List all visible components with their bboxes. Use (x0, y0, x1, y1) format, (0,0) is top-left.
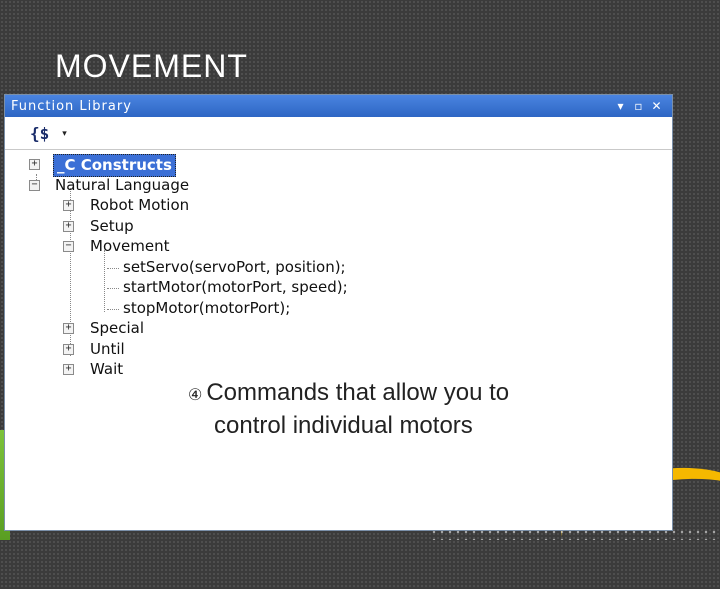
tree-item-set-servo[interactable]: setServo(servoPort, position); (5, 257, 672, 278)
expand-icon[interactable]: + (63, 323, 74, 334)
tree-item-setup[interactable]: + Setup (5, 216, 672, 237)
tree-item-stop-motor[interactable]: stopMotor(motorPort); (5, 298, 672, 319)
slide-title: MOVEMENT (55, 48, 248, 84)
collapse-icon[interactable]: − (29, 179, 40, 191)
tree-item-label: Until (90, 339, 125, 358)
function-tree: + _C Constructs − Natural Language + Rob… (5, 154, 672, 380)
tree-item-label: Movement (90, 237, 170, 255)
tree-item-c-constructs[interactable]: + _C Constructs (5, 154, 672, 177)
toolbar-dropdown-icon[interactable]: ▾ (62, 128, 67, 139)
tree-item-label: stopMotor(motorPort); (123, 298, 291, 317)
expand-icon[interactable]: + (63, 364, 74, 375)
collapse-icon[interactable]: − (63, 241, 74, 252)
tree-item-until[interactable]: + Until (5, 339, 672, 360)
tree-item-label: Setup (90, 216, 134, 235)
expand-icon[interactable]: + (63, 220, 74, 232)
bullet-line-2: control individual motors (188, 411, 509, 441)
expand-icon[interactable]: + (63, 200, 74, 211)
bullet-line-1: ④ Commands that allow you to (188, 378, 509, 411)
tree-item-start-motor[interactable]: startMotor(motorPort, speed); (5, 277, 672, 298)
tree-item-special[interactable]: + Special (5, 318, 672, 339)
bullet-line-1-text: Commands that allow you to (206, 379, 510, 406)
tree-item-label: setServo(servoPort, position); (123, 257, 346, 276)
bullet-text: ④ Commands that allow you to control indi… (188, 378, 509, 441)
panel-close-button[interactable]: ✕ (648, 99, 666, 113)
bullet-line-2-text: control individual motors (214, 412, 473, 439)
tree-item-label: _C Constructs (53, 154, 176, 177)
tree-item-label: Wait (90, 360, 124, 378)
function-library-icon[interactable]: {$ (27, 123, 52, 144)
tree-item-label: Special (90, 319, 145, 337)
panel-toolbar: {$ ▾ (5, 117, 672, 150)
panel-menu-button[interactable]: ▾ (612, 99, 630, 113)
panel-titlebar: Function Library ▾ ▫ ✕ (5, 95, 672, 117)
tree-item-label: Natural Language (55, 175, 190, 194)
tree-item-robot-motion[interactable]: + Robot Motion (5, 195, 672, 216)
function-library-panel: Function Library ▾ ▫ ✕ {$ ▾ + _C Constru… (5, 95, 672, 530)
tree-item-wait[interactable]: + Wait (5, 359, 672, 380)
bullet-marker-icon: ④ (188, 387, 203, 404)
panel-title: Function Library (11, 98, 132, 114)
tree-item-label: startMotor(motorPort, speed); (123, 278, 348, 296)
panel-pin-button[interactable]: ▫ (630, 99, 648, 113)
tree-item-label: Robot Motion (90, 196, 190, 214)
tree-item-natural-language[interactable]: − Natural Language (5, 175, 672, 196)
expand-icon[interactable]: + (63, 343, 74, 355)
tree-item-movement[interactable]: − Movement (5, 236, 672, 257)
expand-icon[interactable]: + (29, 159, 40, 170)
